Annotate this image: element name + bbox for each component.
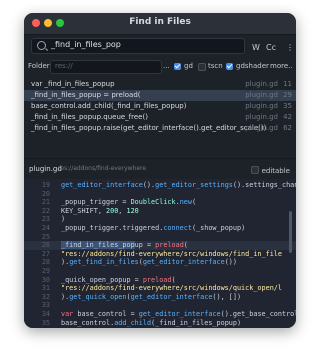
result-code: var _find_in_files_popup bbox=[31, 80, 115, 88]
folder-input-value: res:// bbox=[55, 62, 73, 70]
line-number: 26 bbox=[41, 241, 50, 250]
search-input[interactable]: _find_in_files_pop bbox=[31, 38, 245, 54]
result-file: plugin.gd bbox=[245, 124, 278, 132]
code-text: _find_in_files_popup = preload( bbox=[61, 241, 188, 250]
code-text: _popup_trigger = DoubleClick.new( bbox=[61, 198, 197, 207]
result-code: _find_in_files_popup.raise(get_editor_in… bbox=[31, 124, 267, 132]
result-line: 29 bbox=[283, 91, 292, 99]
result-code: _find_in_files_popup.queue_free() bbox=[31, 113, 148, 121]
line-number: 29 bbox=[41, 267, 50, 275]
folder-label: Folder: bbox=[28, 62, 52, 70]
editable-toggle[interactable]: editable bbox=[250, 165, 290, 175]
code-text: ) bbox=[61, 215, 66, 224]
editor-file-name: plugin.gd bbox=[29, 165, 62, 173]
line-number: 35 bbox=[41, 318, 50, 327]
result-row-selected[interactable]: _find_in_files_popup = preload( plugin.g… bbox=[24, 90, 296, 101]
ext-gd-label: gd bbox=[184, 62, 193, 70]
result-file: plugin.gd bbox=[245, 80, 278, 88]
line-number: 28 bbox=[41, 258, 50, 267]
match-case-toggle[interactable]: Cc bbox=[266, 43, 276, 52]
search-icon bbox=[37, 41, 46, 50]
line-number: 31 bbox=[41, 284, 50, 293]
line-number: 30 bbox=[41, 275, 50, 284]
search-options-menu-icon[interactable]: ⋮ bbox=[286, 43, 294, 52]
folder-input[interactable]: res:// bbox=[50, 60, 162, 74]
result-file: plugin.gd bbox=[245, 91, 278, 99]
result-line: 42 bbox=[283, 113, 292, 121]
browse-folder-button[interactable]: ... bbox=[163, 62, 170, 70]
title-bar: Find in Files bbox=[24, 13, 296, 35]
ext-tscn-checkbox[interactable] bbox=[198, 63, 206, 71]
code-text: _quick_open_popup = preload( bbox=[61, 275, 176, 284]
result-row[interactable]: _find_in_files_popup.queue_free() plugin… bbox=[24, 112, 296, 123]
code-text: "res://addons/find-everywhere/src/window… bbox=[61, 249, 282, 258]
editable-checkbox[interactable] bbox=[250, 166, 259, 174]
line-number: 27 bbox=[41, 249, 50, 258]
code-text: ).get_find_in_files(get_editor_interface… bbox=[61, 258, 237, 267]
result-code: base_control.add_child(_find_in_files_po… bbox=[31, 102, 187, 110]
results-list: var _find_in_files_popup plugin.gd 11 _f… bbox=[24, 77, 296, 157]
result-file: plugin.gd bbox=[245, 113, 278, 121]
line-number: 23 bbox=[41, 215, 50, 224]
code-text: base_control.add_child(_find_in_files_po… bbox=[61, 318, 242, 327]
editable-label: editable bbox=[261, 167, 290, 175]
search-row: _find_in_files_pop W Cc ⋮ bbox=[24, 35, 296, 57]
line-number: 22 bbox=[41, 206, 50, 215]
search-query-text: _find_in_files_pop bbox=[51, 40, 121, 49]
result-row[interactable]: base_control.add_child(_find_in_files_po… bbox=[24, 101, 296, 112]
code-editor[interactable]: 19 get_editor_interface().get_editor_sett… bbox=[24, 179, 296, 328]
ext-gd-checkbox[interactable] bbox=[174, 63, 181, 70]
line-number: 34 bbox=[41, 310, 50, 318]
ext-gdshader-checkbox[interactable] bbox=[226, 63, 233, 70]
result-line: 11 bbox=[283, 80, 292, 88]
result-row[interactable]: _find_in_files_popup.raise(get_editor_in… bbox=[24, 123, 296, 134]
result-line: 35 bbox=[283, 102, 292, 110]
whole-word-toggle[interactable]: W bbox=[252, 43, 260, 52]
code-text: var base_control = get_editor_interface(… bbox=[61, 310, 296, 318]
line-number: 25 bbox=[41, 232, 50, 241]
find-in-files-window: Find in Files _find_in_files_pop W Cc ⋮ … bbox=[24, 13, 296, 328]
panel-divider[interactable] bbox=[24, 158, 296, 159]
line-number: 21 bbox=[41, 198, 50, 207]
code-text: get_editor_interface().get_editor_settin… bbox=[61, 181, 296, 189]
line-number: 32 bbox=[41, 292, 50, 301]
code-text: ).get_quick_open(get_editor_interface(),… bbox=[61, 292, 242, 301]
result-line: 62 bbox=[283, 124, 292, 132]
more-extensions-button[interactable]: more.. bbox=[270, 62, 293, 70]
line-number: 19 bbox=[41, 181, 50, 189]
result-file: plugin.gd bbox=[245, 102, 278, 110]
ext-gdshader-label: gdshader bbox=[236, 62, 269, 70]
code-line[interactable]: 35 base_control.add_child(_find_in_files_… bbox=[24, 319, 296, 328]
line-number: 20 bbox=[41, 189, 50, 198]
editor-header: plugin.gd res://addons/find-everywhere e… bbox=[24, 163, 296, 177]
code-text: _popup_trigger.triggered.connect(_show_p… bbox=[61, 224, 246, 232]
filter-row: Folder: res:// ... gd tscn gdshader more… bbox=[24, 59, 296, 77]
result-code: _find_in_files_popup = preload( bbox=[31, 91, 141, 99]
editor-scrollbar[interactable] bbox=[289, 211, 292, 253]
line-number: 33 bbox=[41, 301, 50, 310]
code-text: KEY_SHIFT, 200, 120 bbox=[61, 206, 139, 215]
code-text: "res://addons/find-everywhere/src/window… bbox=[61, 284, 282, 293]
line-number: 24 bbox=[41, 224, 50, 232]
ext-tscn-label: tscn bbox=[208, 62, 223, 70]
result-row[interactable]: var _find_in_files_popup plugin.gd 11 bbox=[24, 79, 296, 90]
window-title: Find in Files bbox=[129, 17, 191, 27]
editor-file-path: res://addons/find-everywhere bbox=[58, 165, 147, 172]
